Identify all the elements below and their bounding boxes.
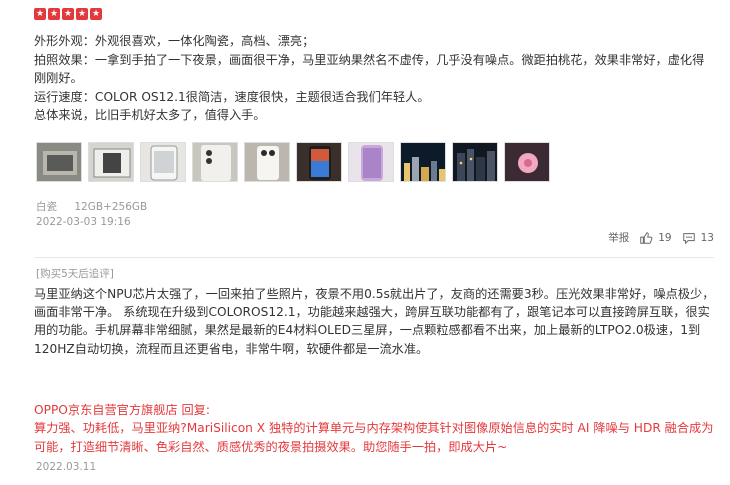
star-icon: ★ (76, 8, 88, 20)
photo-thumbnail[interactable] (348, 142, 394, 182)
review-line-summary: 总体来说，比旧手机好太多了，值得入手。 (34, 108, 266, 123)
like-button[interactable]: 19 (639, 231, 672, 245)
report-button[interactable]: 举报 (608, 230, 629, 245)
photo-thumbnail[interactable] (400, 142, 446, 182)
review-photo-strip (36, 142, 550, 182)
photo-thumbnail[interactable] (244, 142, 290, 182)
product-storage: 12GB+256GB (74, 201, 148, 213)
followup-tag: [购买5天后追评] (36, 268, 114, 280)
review-body: 外形外观：外观很喜欢，一体化陶瓷，高档、漂亮； 拍照效果：一拿到手拍了一下夜景，… (34, 32, 714, 125)
star-icon: ★ (90, 8, 102, 20)
photo-thumbnail[interactable] (504, 142, 550, 182)
photo-thumbnail[interactable] (88, 142, 134, 182)
thumbs-up-icon (640, 231, 653, 244)
comment-icon (682, 232, 695, 244)
product-color: 白瓷 (36, 201, 57, 213)
seller-reply: OPPO京东自营官方旗舰店 回复: 算力强、功耗低，马里亚纳?MariSilic… (34, 403, 714, 454)
photo-thumbnail[interactable] (36, 142, 82, 182)
photo-thumbnail[interactable] (192, 142, 238, 182)
star-icon: ★ (48, 8, 60, 20)
review-line-appearance: 外形外观：外观很喜欢，一体化陶瓷，高档、漂亮； (34, 34, 315, 48)
photo-thumbnail[interactable] (296, 142, 342, 182)
comment-count: 13 (700, 231, 714, 244)
review-actions: 举报 19 13 (608, 230, 714, 245)
followup-text: 马里亚纳这个NPU芯片太强了，一回来拍了些照片，夜景不用0.5s就出片了，友商的… (34, 287, 715, 356)
review-meta: 白瓷 12GB+256GB 2022-03-03 19:16 (36, 200, 161, 230)
photo-thumbnail[interactable] (140, 142, 186, 182)
review-datetime: 2022-03-03 19:16 (36, 216, 131, 228)
comment-button[interactable]: 13 (682, 231, 714, 245)
star-rating: ★ ★ ★ ★ ★ (34, 8, 102, 20)
star-icon: ★ (34, 8, 46, 20)
star-icon: ★ (62, 8, 74, 20)
review-line-camera: 拍照效果：一拿到手拍了一下夜景，画面很干净，马里亚纳果然名不虚传，几乎没有噪点。… (34, 52, 705, 86)
reply-date: 2022.03.11 (36, 461, 97, 473)
review-line-speed: 运行速度：COLOR OS12.1很简洁，速度很快，主题很适合我们年轻人。 (34, 89, 430, 104)
like-count: 19 (658, 231, 672, 244)
report-label: 举报 (608, 232, 630, 244)
section-divider (34, 257, 714, 258)
photo-thumbnail[interactable] (452, 142, 498, 182)
